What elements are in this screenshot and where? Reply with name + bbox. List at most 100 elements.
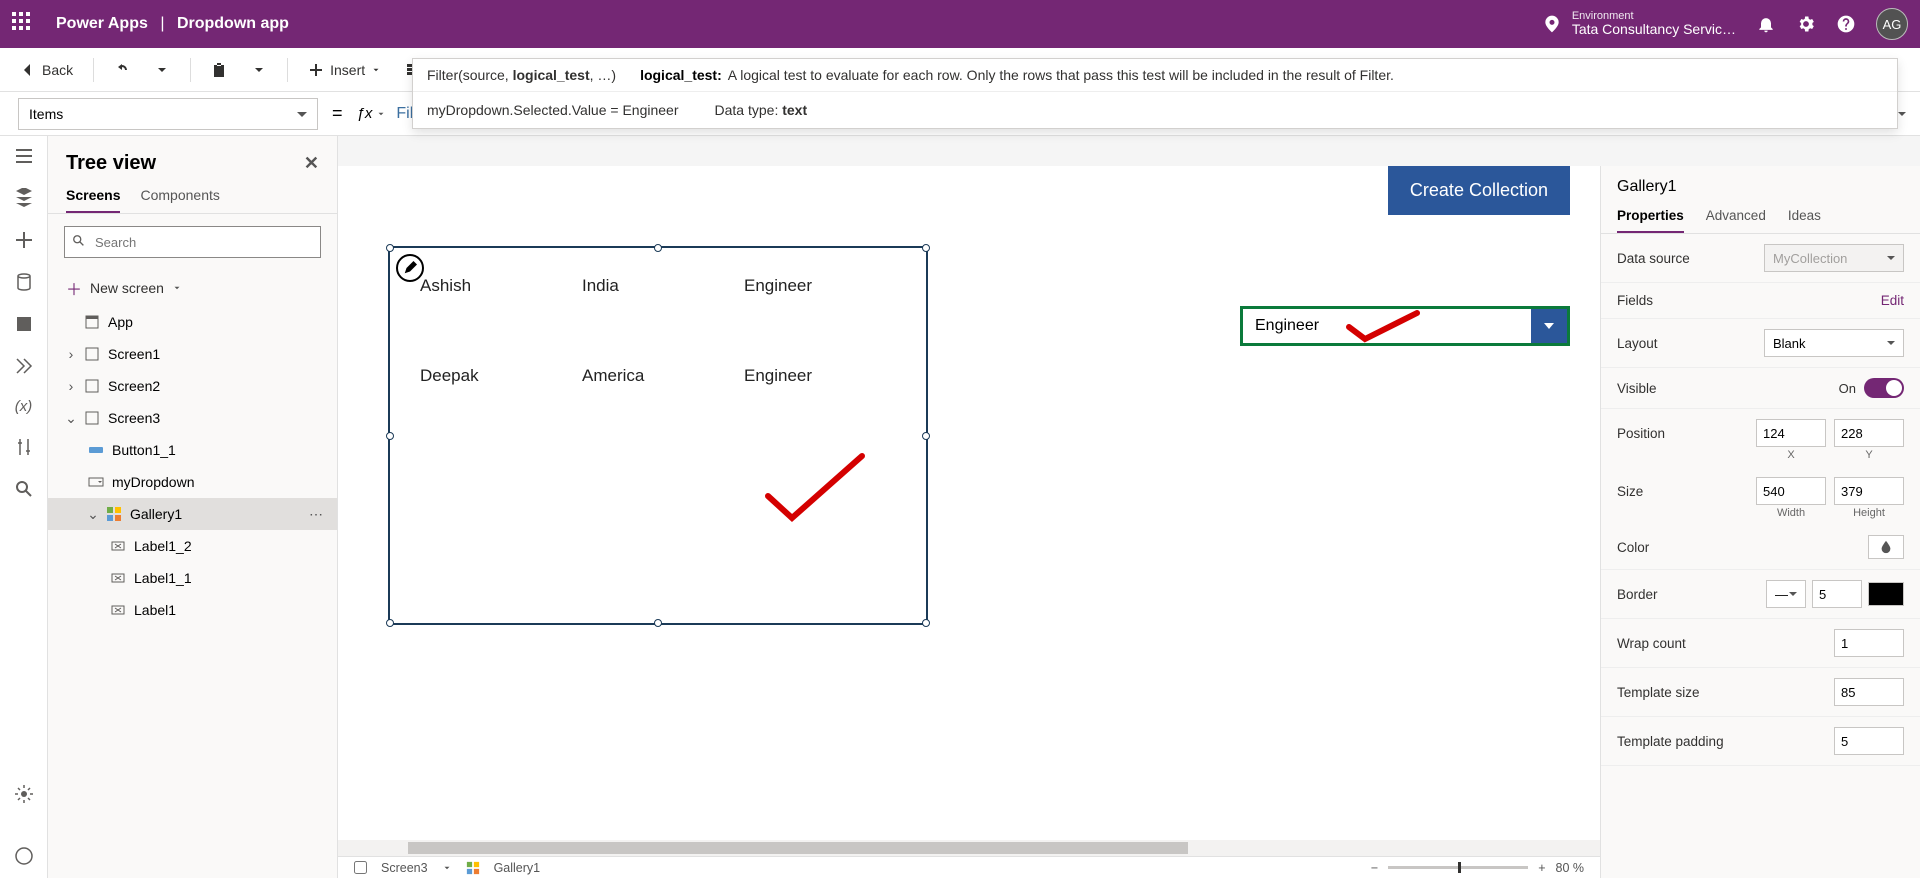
droplet-icon xyxy=(1879,540,1893,554)
layout-dropdown[interactable]: Blank xyxy=(1764,329,1904,357)
environment-picker[interactable]: Environment Tata Consultancy Servic… xyxy=(1542,10,1736,37)
create-collection-button[interactable]: Create Collection xyxy=(1388,166,1570,215)
formula-datatype: Data type: text xyxy=(715,102,808,118)
undo-button[interactable] xyxy=(106,58,138,82)
tab-components[interactable]: Components xyxy=(140,187,219,213)
variables-icon[interactable]: (x) xyxy=(15,398,33,415)
tab-ideas[interactable]: Ideas xyxy=(1788,200,1821,233)
insert-button[interactable]: Insert xyxy=(300,58,389,82)
paste-button[interactable] xyxy=(203,58,235,82)
tree-item-label[interactable]: Label1_1 xyxy=(48,562,337,594)
fx-icon[interactable]: ƒx xyxy=(357,105,373,122)
crumb-screen[interactable]: Screen3 xyxy=(381,861,428,875)
tree-view-panel: Tree view ✕ Screens Components ＋ New scr… xyxy=(48,136,338,878)
color-picker[interactable] xyxy=(1868,535,1904,559)
app-title: Power Apps | Dropdown app xyxy=(56,15,289,33)
ask-icon[interactable] xyxy=(14,846,34,866)
position-y-input[interactable] xyxy=(1834,419,1904,447)
label-icon xyxy=(110,602,126,618)
tree-item-app[interactable]: App xyxy=(48,306,337,338)
help-icon[interactable] xyxy=(1836,14,1856,34)
property-selector[interactable]: Items xyxy=(18,98,318,130)
status-bar: Screen3 Gallery1 − + 80 % xyxy=(338,856,1600,878)
horizontal-scrollbar[interactable] xyxy=(338,840,1600,856)
zoom-slider[interactable] xyxy=(1388,866,1528,869)
tree-item-dropdown[interactable]: myDropdown xyxy=(48,466,337,498)
tab-screens[interactable]: Screens xyxy=(66,187,120,213)
tree-view-title: Tree view xyxy=(66,152,156,175)
app-launcher-icon[interactable] xyxy=(12,12,36,36)
left-nav-rail: (x) xyxy=(0,136,48,878)
tree-item-label[interactable]: Label1 xyxy=(48,594,337,626)
tab-properties[interactable]: Properties xyxy=(1617,200,1684,233)
size-label: Size xyxy=(1617,484,1756,499)
gallery-row: Deepak America Engineer xyxy=(420,366,906,386)
screen-icon xyxy=(84,346,100,362)
template-padding-input[interactable] xyxy=(1834,727,1904,755)
border-style-dropdown[interactable]: — xyxy=(1766,580,1806,608)
position-x-input[interactable] xyxy=(1756,419,1826,447)
undo-more-button[interactable] xyxy=(146,58,178,82)
zoom-in-button[interactable]: + xyxy=(1538,861,1545,875)
data-source-label: Data source xyxy=(1617,251,1764,266)
button-icon xyxy=(88,442,104,458)
hamburger-icon[interactable] xyxy=(14,146,34,166)
label-icon xyxy=(110,570,126,586)
search-rail-icon[interactable] xyxy=(14,479,34,499)
tree-item-screen2[interactable]: › Screen2 xyxy=(48,370,337,402)
close-icon[interactable]: ✕ xyxy=(304,153,319,174)
tree-search[interactable] xyxy=(64,226,321,258)
tree-item-screen3[interactable]: ⌄ Screen3 xyxy=(48,402,337,434)
paste-more-button[interactable] xyxy=(243,58,275,82)
fields-edit-link[interactable]: Edit xyxy=(1881,293,1904,308)
app-name: Dropdown app xyxy=(177,15,289,32)
insert-icon[interactable] xyxy=(14,230,34,250)
height-input[interactable] xyxy=(1834,477,1904,505)
settings-rail-icon[interactable] xyxy=(14,784,34,804)
fx-menu-chevron[interactable] xyxy=(376,109,386,119)
tree-view-icon[interactable] xyxy=(14,188,34,208)
back-button[interactable]: Back xyxy=(12,58,81,82)
chevron-down-icon[interactable] xyxy=(1531,309,1567,343)
width-input[interactable] xyxy=(1756,477,1826,505)
wrap-count-label: Wrap count xyxy=(1617,636,1834,651)
app-icon xyxy=(84,314,100,330)
properties-panel: Gallery1 Properties Advanced Ideas Data … xyxy=(1600,166,1920,878)
visible-toggle[interactable] xyxy=(1864,378,1904,398)
tree-item-screen1[interactable]: › Screen1 xyxy=(48,338,337,370)
equals-sign: = xyxy=(332,103,343,124)
gallery-control[interactable]: Ashish India Engineer Deepak America Eng… xyxy=(388,246,928,625)
template-padding-label: Template padding xyxy=(1617,734,1834,749)
search-icon xyxy=(72,234,86,248)
new-screen-button[interactable]: ＋ New screen xyxy=(48,270,337,306)
tools-icon[interactable] xyxy=(14,437,34,457)
border-width-input[interactable] xyxy=(1812,580,1862,608)
tab-advanced[interactable]: Advanced xyxy=(1706,200,1766,233)
search-input[interactable] xyxy=(64,226,321,258)
border-color-picker[interactable] xyxy=(1868,582,1904,606)
user-avatar[interactable]: AG xyxy=(1876,8,1908,40)
chevron-down-icon[interactable] xyxy=(442,863,452,873)
crumb-screen-checkbox[interactable] xyxy=(354,861,367,874)
crumb-gallery[interactable]: Gallery1 xyxy=(494,861,541,875)
dropdown-control[interactable]: Engineer xyxy=(1240,306,1570,346)
gallery-icon xyxy=(466,861,480,875)
data-source-dropdown[interactable]: MyCollection xyxy=(1764,244,1904,272)
tree-item-gallery[interactable]: ⌄ Gallery1 ⋯ xyxy=(48,498,337,530)
tree-item-button[interactable]: Button1_1 xyxy=(48,434,337,466)
gallery-row: Ashish India Engineer xyxy=(420,276,906,296)
notifications-icon[interactable] xyxy=(1756,14,1776,34)
tree-item-label[interactable]: Label1_2 xyxy=(48,530,337,562)
media-icon[interactable] xyxy=(14,314,34,334)
power-automate-icon[interactable] xyxy=(14,356,34,376)
formula-eval-result: myDropdown.Selected.Value = Engineer xyxy=(427,102,679,118)
data-icon[interactable] xyxy=(14,272,34,292)
canvas-area[interactable]: Create Collection Ashish India Engineer … xyxy=(338,166,1600,856)
zoom-out-button[interactable]: − xyxy=(1371,861,1378,875)
checkmark-annotation-icon xyxy=(760,448,870,528)
template-size-input[interactable] xyxy=(1834,678,1904,706)
more-icon[interactable]: ⋯ xyxy=(309,506,325,523)
settings-icon[interactable] xyxy=(1796,14,1816,34)
wrap-count-input[interactable] xyxy=(1834,629,1904,657)
environment-name: Tata Consultancy Servic… xyxy=(1572,22,1736,37)
